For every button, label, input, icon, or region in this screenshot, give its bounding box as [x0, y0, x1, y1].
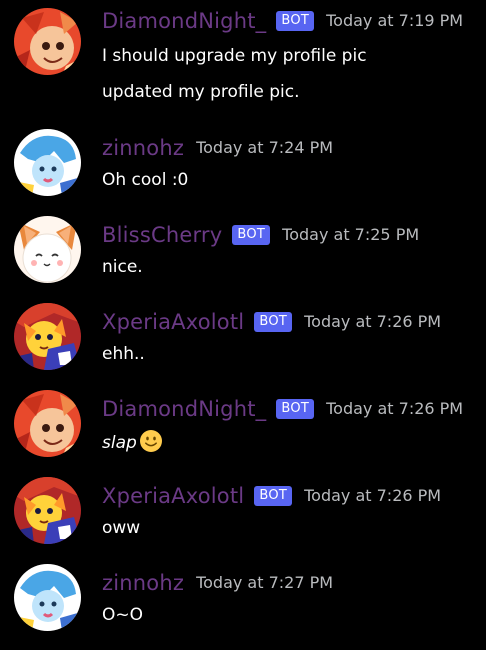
message-text: Oh cool :0 [102, 170, 189, 190]
message-header: zinnohz Today at 7:27 PM [102, 568, 333, 598]
username[interactable]: zinnohz [102, 568, 184, 598]
message-text: oww [102, 518, 141, 538]
bot-badge: BOT [276, 11, 315, 31]
diamondnight-avatar-icon [14, 390, 81, 457]
bot-badge: BOT [254, 312, 293, 332]
bot-badge: BOT [232, 225, 271, 245]
message-text: slap [102, 429, 163, 455]
timestamp: Today at 7:24 PM [196, 138, 334, 157]
message-header: BlissCherry BOT Today at 7:25 PM [102, 220, 419, 250]
bot-badge: BOT [254, 486, 293, 506]
timestamp: Today at 7:26 PM [304, 486, 442, 505]
avatar[interactable] [14, 303, 81, 370]
message-text: ehh.. [102, 344, 145, 364]
diamondnight-avatar-icon [14, 8, 81, 75]
username[interactable]: zinnohz [102, 133, 184, 163]
timestamp: Today at 7:27 PM [196, 573, 334, 592]
timestamp: Today at 7:19 PM [326, 11, 464, 30]
message-text: O~O [102, 605, 144, 625]
message-header: DiamondNight_ BOT Today at 7:26 PM [102, 394, 463, 424]
timestamp: Today at 7:26 PM [304, 312, 442, 331]
xperiaaxolotl-avatar-icon [14, 303, 81, 370]
slightly-smiling-face-icon [139, 429, 163, 453]
username[interactable]: DiamondNight_ [102, 394, 266, 424]
message-header: XperiaAxolotl BOT Today at 7:26 PM [102, 481, 441, 511]
zinnohz-avatar-icon [14, 129, 81, 196]
message-header: DiamondNight_ BOT Today at 7:19 PM [102, 6, 463, 36]
zinnohz-avatar-icon [14, 564, 81, 631]
timestamp: Today at 7:26 PM [326, 399, 464, 418]
blisscherry-avatar-icon [14, 216, 81, 283]
username[interactable]: DiamondNight_ [102, 6, 266, 36]
avatar[interactable] [14, 564, 81, 631]
username[interactable]: XperiaAxolotl [102, 307, 244, 337]
avatar[interactable] [14, 477, 81, 544]
bot-badge: BOT [276, 399, 315, 419]
xperiaaxolotl-avatar-icon [14, 477, 81, 544]
message-text: updated my profile pic. [102, 82, 300, 102]
message-text: I should upgrade my profile pic [102, 46, 367, 66]
message-header: XperiaAxolotl BOT Today at 7:26 PM [102, 307, 441, 337]
username[interactable]: BlissCherry [102, 220, 222, 250]
avatar[interactable] [14, 216, 81, 283]
avatar[interactable] [14, 390, 81, 457]
message-header: zinnohz Today at 7:24 PM [102, 133, 333, 163]
avatar[interactable] [14, 129, 81, 196]
timestamp: Today at 7:25 PM [282, 225, 420, 244]
avatar[interactable] [14, 8, 81, 75]
message-emphasis-text: slap [102, 433, 137, 453]
message-text: nice. [102, 257, 143, 277]
username[interactable]: XperiaAxolotl [102, 481, 244, 511]
